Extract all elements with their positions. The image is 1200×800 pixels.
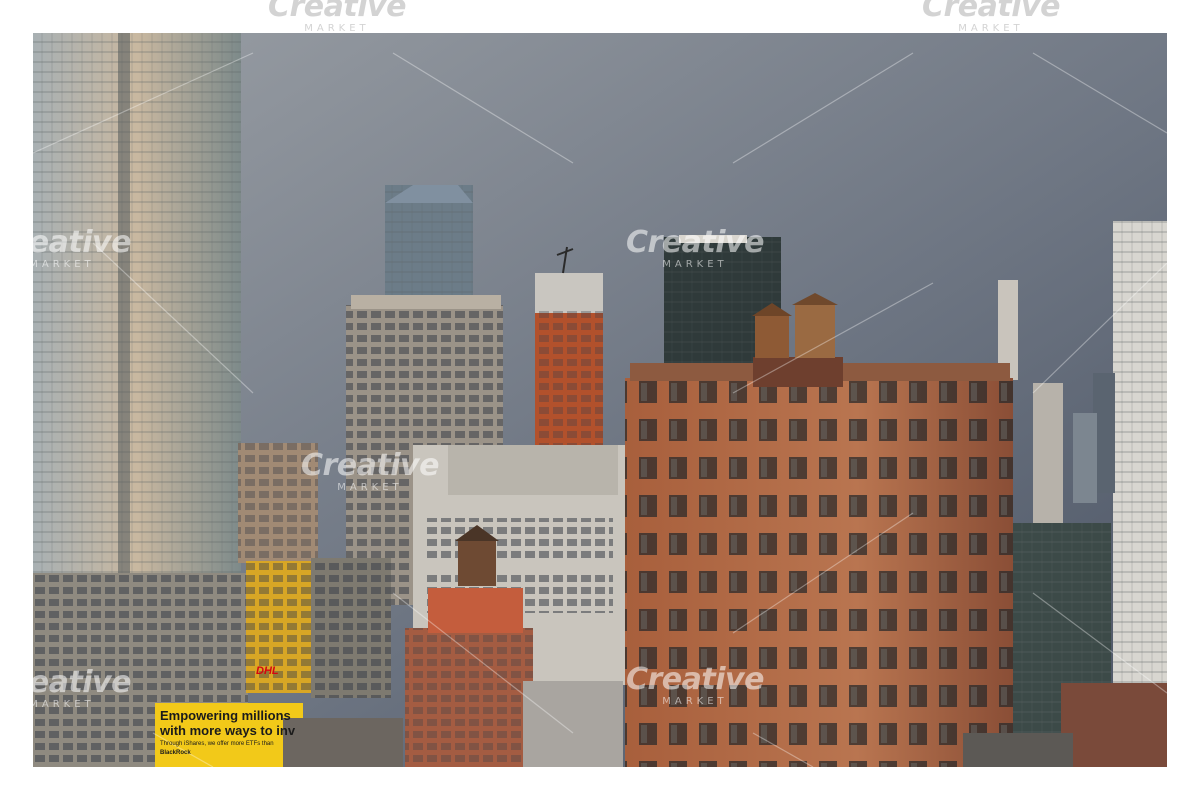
skyline-illustration <box>33 33 1167 767</box>
billboard-brand: BlackRock <box>160 750 191 756</box>
water-tower <box>458 541 496 586</box>
billboard-body: Through iShares, we offer more ETFs than <box>160 741 274 747</box>
dhl-sign: DHL <box>256 665 279 677</box>
water-tank-right <box>795 305 835 358</box>
billboard-text: Empowering millions with more ways to in… <box>160 708 310 756</box>
city-skyline-photo: Creative MARKET Creative MARKET Creative… <box>33 33 1167 767</box>
water-tank-left <box>755 316 789 358</box>
billboard-headline: Empowering millions with more ways to in… <box>160 708 296 738</box>
watermark-top-right: Creative MARKET <box>922 0 1060 34</box>
watermark-top-left: Creative MARKET <box>268 0 406 34</box>
